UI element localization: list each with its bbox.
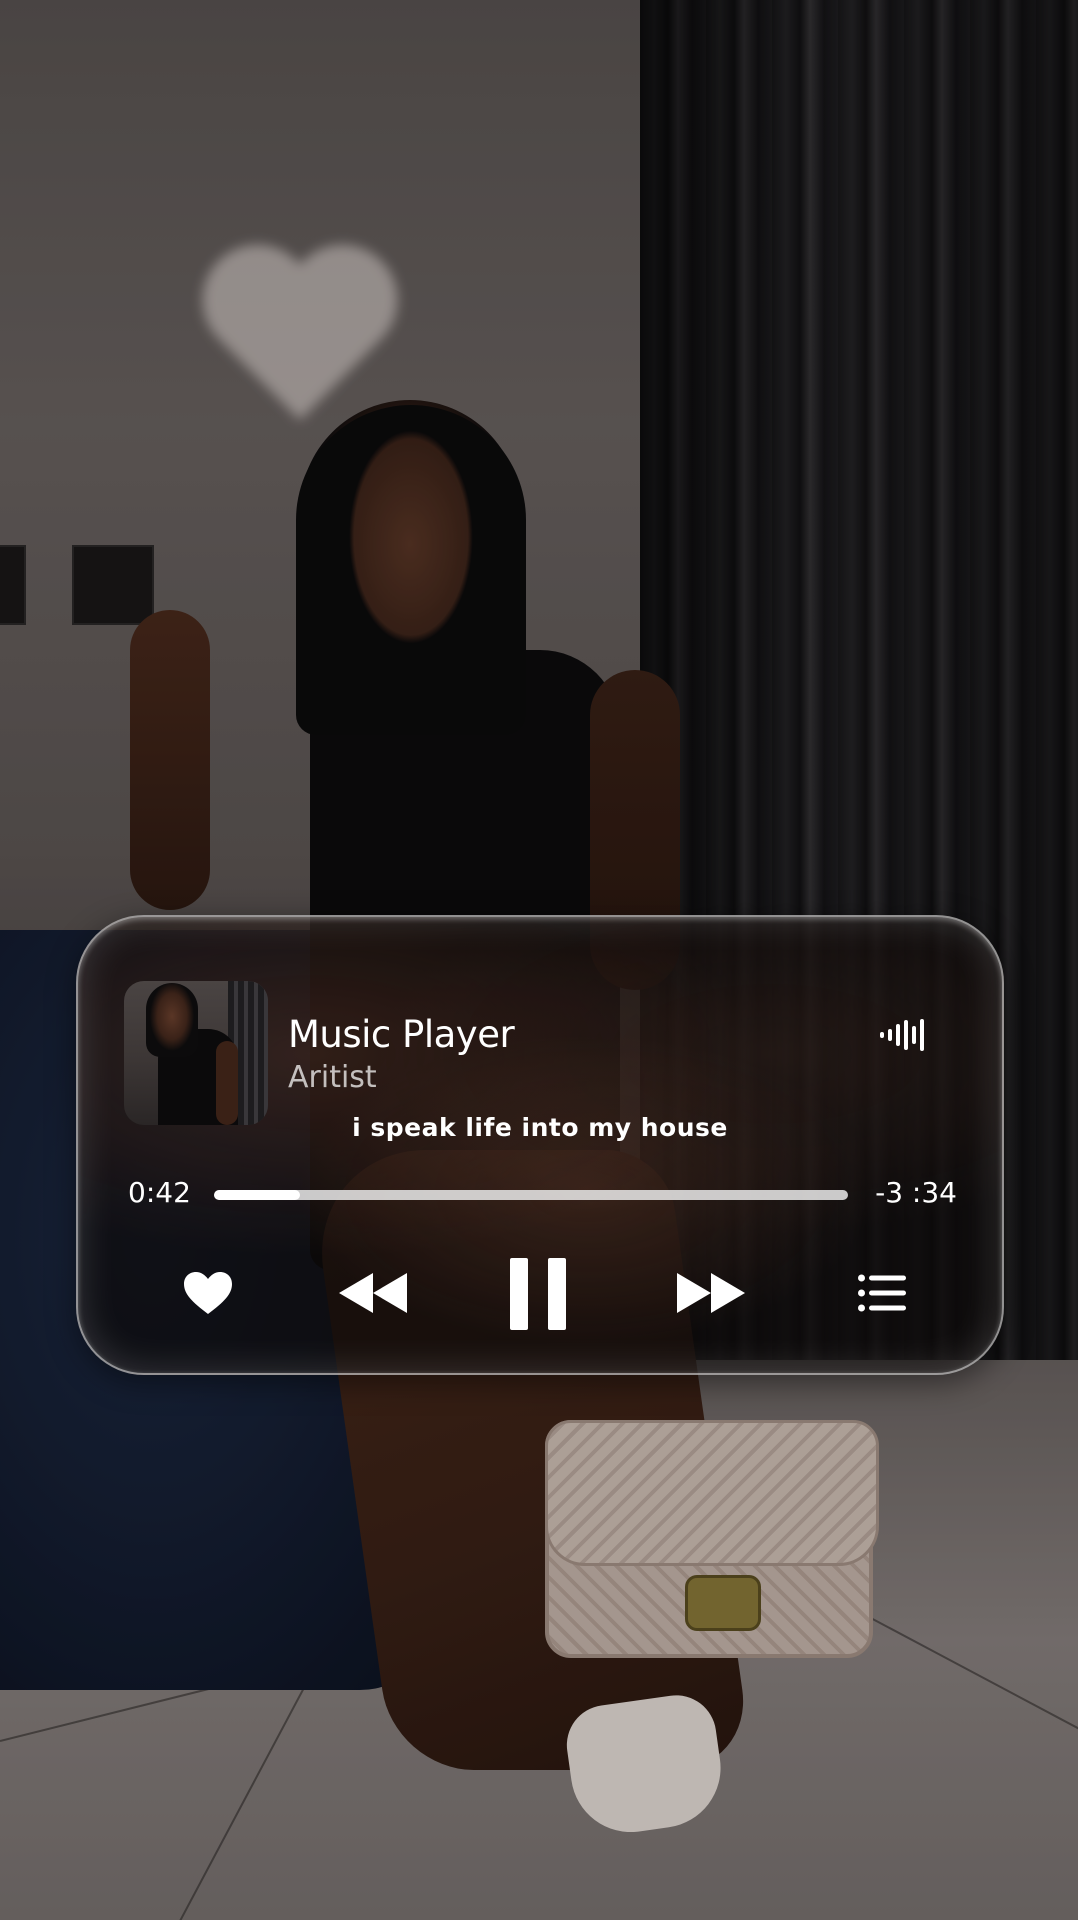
album-art[interactable] — [124, 981, 268, 1125]
soundwave-icon[interactable] — [880, 1015, 936, 1055]
progress-bar[interactable] — [214, 1190, 848, 1200]
rewind-icon — [339, 1273, 407, 1313]
queue-button[interactable] — [852, 1263, 912, 1323]
remaining-time: -3 :34 — [875, 1176, 957, 1209]
previous-button[interactable] — [333, 1263, 413, 1323]
like-button[interactable] — [178, 1263, 238, 1323]
track-title: Music Player — [288, 1013, 515, 1056]
elapsed-time: 0:42 — [128, 1176, 191, 1209]
album-art-head — [146, 983, 198, 1057]
heart-icon — [184, 1272, 232, 1314]
lyric-line: i speak life into my house — [352, 1113, 728, 1142]
list-icon — [858, 1274, 906, 1312]
next-button[interactable] — [671, 1263, 751, 1323]
pause-icon — [510, 1258, 566, 1330]
fast-forward-icon — [677, 1273, 745, 1313]
progress-fill — [214, 1190, 300, 1200]
music-player-card: Music Player Aritist i speak life into m… — [76, 915, 1004, 1375]
play-pause-button[interactable] — [498, 1257, 578, 1331]
track-artist: Aritist — [288, 1060, 377, 1095]
